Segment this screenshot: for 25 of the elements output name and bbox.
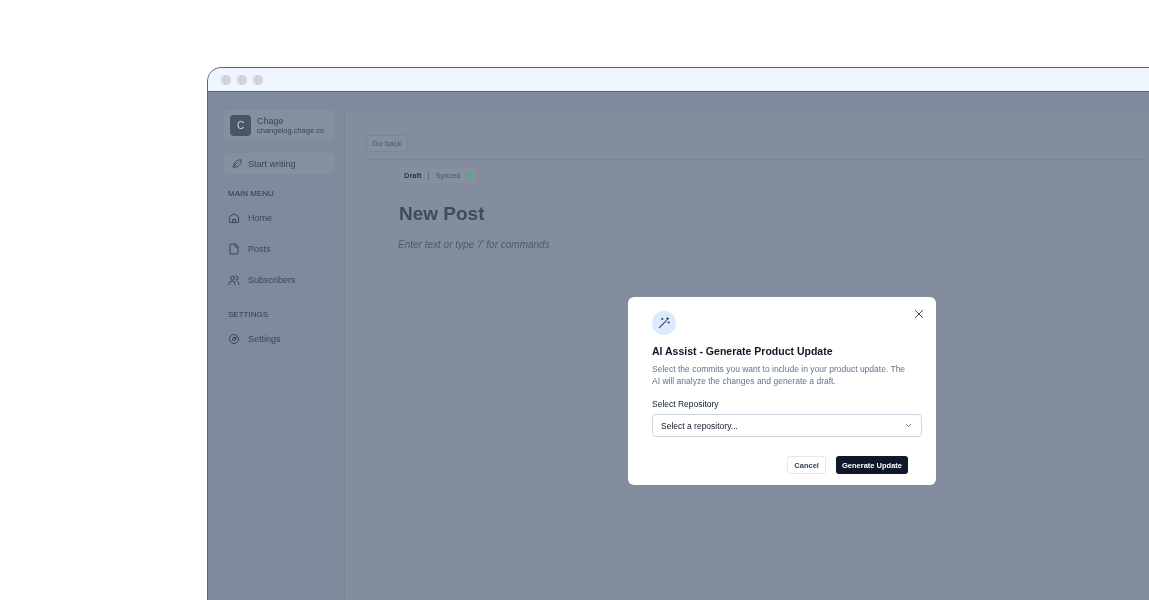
section-label: MAIN MENU <box>228 189 275 198</box>
users-icon <box>228 273 240 286</box>
dialog-description: Select the commits you want to include in your product update. The AI will analyze the changes and generate a draft. <box>652 363 907 387</box>
window-control[interactable] <box>253 74 263 85</box>
home-icon <box>228 211 240 224</box>
close-icon <box>913 308 925 320</box>
workspace-name: Chage <box>257 116 285 126</box>
magic-wand-icon <box>657 316 671 330</box>
nav-item[interactable]: Settings <box>224 323 335 354</box>
nav-item[interactable]: Subscribers <box>224 264 335 295</box>
nav-item[interactable]: Posts <box>224 233 335 264</box>
document-icon <box>228 242 240 255</box>
chevron-down-icon <box>904 421 913 430</box>
section-label: SETTINGS <box>228 310 269 319</box>
close-button[interactable] <box>913 308 925 320</box>
feather-icon <box>231 158 242 169</box>
field-label: Select Repository <box>652 399 720 409</box>
workspace-avatar: C <box>230 115 251 136</box>
dialog-title: AI Assist - Generate Product Update <box>652 345 834 357</box>
nav-item[interactable]: Home <box>224 202 335 233</box>
repository-select[interactable]: Select a repository... <box>652 414 922 437</box>
window-control[interactable] <box>221 74 231 85</box>
window-control[interactable] <box>237 74 247 85</box>
post-title: New Post <box>399 203 486 225</box>
start-writing-button[interactable]: Start writing <box>224 153 335 174</box>
